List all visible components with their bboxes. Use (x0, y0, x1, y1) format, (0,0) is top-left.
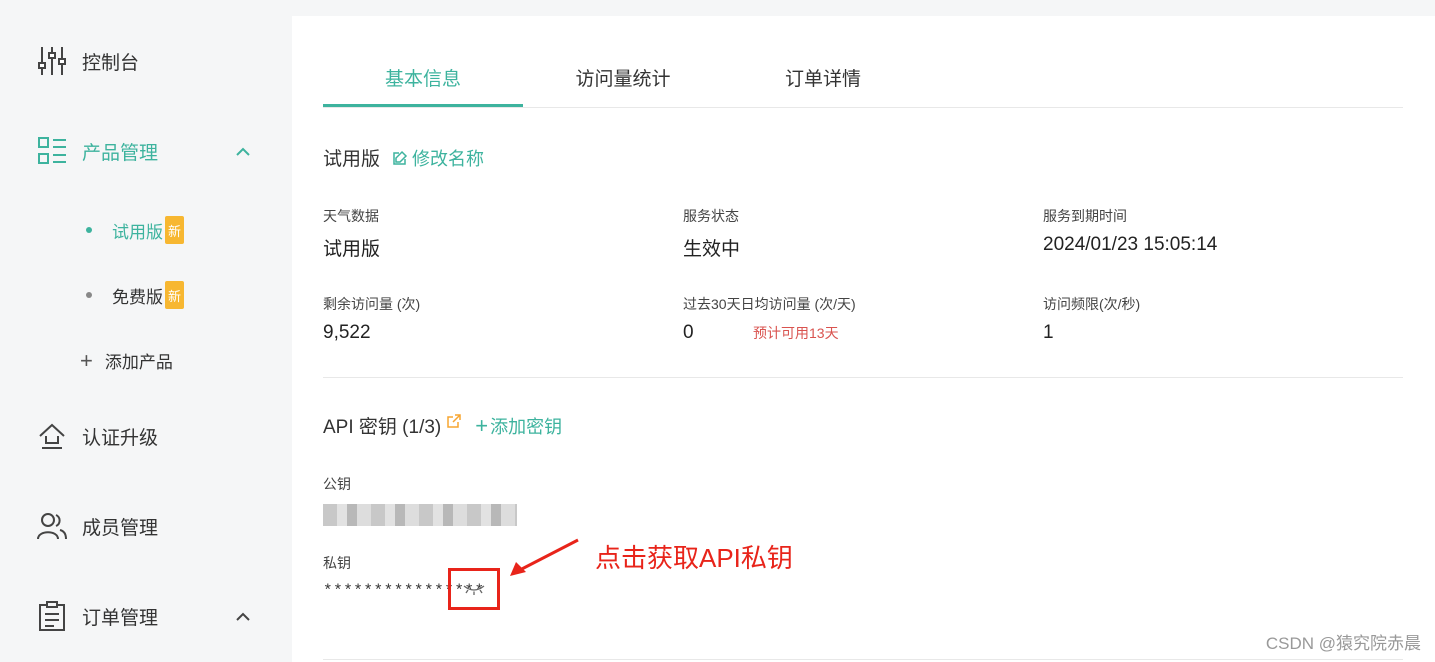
divider (323, 377, 1403, 378)
annotation-text: 点击获取API私钥 (595, 543, 793, 573)
plus-icon: + (475, 412, 489, 438)
divider (323, 659, 1403, 660)
sidebar-item-label: 认证升级 (82, 427, 159, 449)
sidebar-item-free[interactable]: 免费版 新 (80, 281, 184, 309)
info-label: 剩余访问量 (次) (323, 296, 421, 312)
tab-traffic-stats[interactable]: 访问量统计 (523, 64, 723, 91)
sidebar-item-upgrade[interactable]: 认证升级 (36, 420, 158, 452)
api-key-title: API 密钥 (1/3) (323, 417, 442, 438)
sidebar-item-label: 免费版 (112, 287, 163, 307)
tab-active-indicator (323, 104, 523, 107)
info-label: 服务到期时间 (1043, 208, 1127, 224)
info-status: 服务状态 生效中 (683, 206, 740, 261)
sidebar-item-label: 成员管理 (82, 517, 159, 539)
public-key-value-blurred (323, 504, 517, 526)
bullet-dot (86, 227, 92, 233)
add-key-button[interactable]: + 添加密钥 (475, 413, 562, 439)
tab-bar: 基本信息 访问量统计 订单详情 (323, 16, 1403, 108)
rename-button[interactable]: 修改名称 (392, 145, 484, 171)
clipboard-icon (36, 600, 68, 632)
info-label: 访问频限(次/秒) (1043, 296, 1141, 312)
sidebar-item-label: 产品管理 (82, 142, 159, 164)
rename-label: 修改名称 (412, 148, 485, 169)
private-key-label: 私钥 (323, 555, 351, 571)
sidebar-item-orders[interactable]: 订单管理 (36, 600, 158, 632)
new-badge: 新 (165, 216, 184, 244)
list-grid-icon (36, 135, 68, 167)
plan-header: 试用版 修改名称 (323, 144, 484, 171)
reveal-private-key-button[interactable] (448, 568, 500, 610)
usage-estimate-hint: 预计可用13天 (753, 325, 839, 341)
info-value: 试用版 (323, 239, 381, 260)
sidebar-item-trial[interactable]: 试用版 新 (80, 216, 184, 244)
info-value: 生效中 (683, 239, 741, 260)
public-key-label: 公钥 (323, 476, 351, 492)
tab-order-details[interactable]: 订单详情 (723, 64, 923, 91)
sidebar-item-add-product[interactable]: + 添加产品 (80, 348, 173, 373)
sidebar-item-label: 试用版 (112, 222, 163, 242)
info-value: 1 (1043, 322, 1054, 343)
bullet-dot (86, 292, 92, 298)
external-link-icon[interactable] (447, 413, 461, 428)
add-key-label: 添加密钥 (490, 416, 563, 437)
info-value: 9,522 (323, 322, 371, 343)
tab-basic-info[interactable]: 基本信息 (323, 64, 523, 91)
info-weather: 天气数据 试用版 (323, 206, 380, 261)
chevron-up-icon[interactable] (234, 608, 252, 626)
sidebar-item-label: 订单管理 (82, 607, 159, 629)
sidebar-item-console[interactable]: 控制台 (36, 45, 139, 77)
annotation-arrow (510, 538, 579, 576)
edit-icon (393, 150, 408, 165)
sidebar-item-label: 添加产品 (104, 353, 173, 372)
info-label: 天气数据 (323, 208, 379, 224)
plan-title: 试用版 (323, 149, 381, 170)
plus-icon: + (80, 347, 93, 373)
info-rate-limit: 访问频限(次/秒) 1 (1043, 294, 1140, 344)
upgrade-arrow-icon (36, 420, 68, 452)
info-label: 过去30天日均访问量 (次/天) (683, 296, 856, 312)
sidebar-item-product-management[interactable]: 产品管理 (36, 135, 158, 167)
main-panel: 基本信息 访问量统计 订单详情 试用版 修改名称 天气数据 试用版 服务状态 生… (292, 16, 1435, 662)
info-remaining: 剩余访问量 (次) 9,522 (323, 294, 420, 344)
users-icon (36, 510, 68, 542)
sidebar-item-members[interactable]: 成员管理 (36, 510, 158, 542)
new-badge: 新 (165, 281, 184, 309)
sidebar: 控制台 产品管理 试用版 新 免费版 新 + 添加产品 认证升级 成员管理 订单… (0, 0, 292, 662)
api-key-header: API 密钥 (1/3) + 添加密钥 (323, 412, 562, 439)
sliders-icon (36, 45, 68, 77)
info-value: 2024/01/23 15:05:14 (1043, 234, 1218, 255)
info-expiry: 服务到期时间 2024/01/23 15:05:14 (1043, 206, 1217, 256)
watermark: CSDN @猿究院赤晨 (1265, 634, 1421, 653)
sidebar-item-label: 控制台 (82, 52, 140, 74)
info-label: 服务状态 (683, 208, 739, 224)
eye-closed-icon (463, 585, 485, 595)
chevron-up-icon[interactable] (234, 143, 252, 161)
